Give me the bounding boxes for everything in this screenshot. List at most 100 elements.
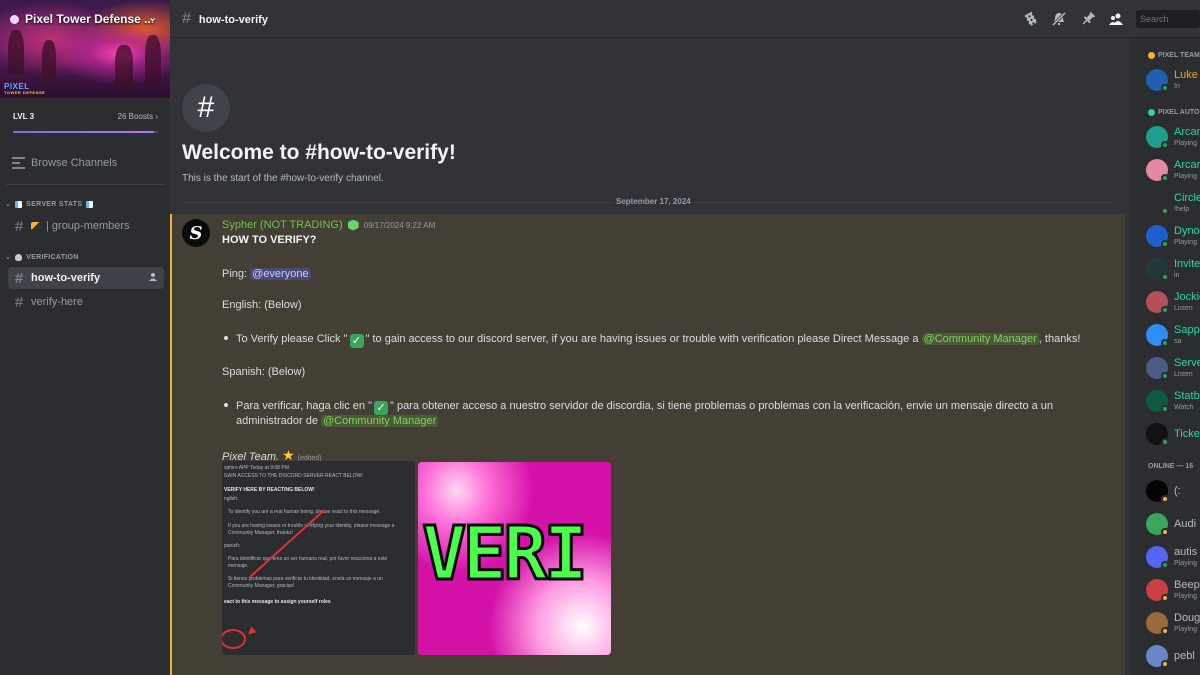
server-name-header[interactable]: Pixel Tower Defense ... ⌄ xyxy=(10,11,157,26)
discord-app: Pixel Tower Defense ... ⌄ PIXEL TOWER DE… xyxy=(0,0,1200,675)
english-label: English: (Below) xyxy=(222,299,302,311)
banner-figure xyxy=(42,40,56,80)
status-indicator-icon xyxy=(1161,438,1169,446)
date-divider-text: September 17, 2024 xyxy=(612,197,695,206)
member-item[interactable]: Audi xyxy=(1146,510,1200,538)
browse-channels-button[interactable]: Browse Channels xyxy=(12,157,117,169)
welcome-title: Welcome to #how-to-verify! xyxy=(182,141,456,164)
member-activity: Listen xyxy=(1174,305,1193,312)
author-avatar[interactable]: S xyxy=(182,219,210,247)
status-indicator-icon xyxy=(1161,594,1169,602)
member-item[interactable]: autis Playing xyxy=(1146,543,1200,571)
screenshot-line: GAIN ACCESS TO THE DISCORD SERVER REACT … xyxy=(224,473,363,479)
shield-emoji-icon xyxy=(15,253,23,261)
status-indicator-icon xyxy=(1161,372,1169,380)
mute-bell-icon[interactable] xyxy=(1051,11,1067,27)
community-manager-mention[interactable]: @Community Manager xyxy=(321,415,439,427)
message-heading: HOW TO VERIFY? xyxy=(222,234,317,246)
member-activity: Playing xyxy=(1174,239,1197,246)
member-activity: in xyxy=(1174,272,1180,279)
chevron-down-icon[interactable]: ⌄ xyxy=(148,11,157,24)
status-indicator-icon xyxy=(1161,273,1169,281)
screenshot-line: sphire APP Today at 9:08 PM xyxy=(224,465,289,471)
member-name: Circle xyxy=(1174,192,1200,204)
channel-sidebar: Pixel Tower Defense ... ⌄ PIXEL TOWER DE… xyxy=(0,0,170,675)
channel-group-members[interactable]: # | group-members xyxy=(8,215,164,237)
category-server-stats[interactable]: ⌄ SERVER STATS xyxy=(5,200,94,208)
boost-count[interactable]: 26 Boosts › xyxy=(118,112,158,121)
collapse-chevron-icon: ⌄ xyxy=(5,201,12,208)
community-manager-mention[interactable]: @Community Manager xyxy=(921,333,1039,345)
channel-verify-here[interactable]: # verify-here xyxy=(8,291,164,313)
ping-label: Ping: xyxy=(222,268,248,280)
member-name: Jockie xyxy=(1174,291,1200,303)
member-item[interactable]: Statbot Watch xyxy=(1146,387,1200,415)
member-item[interactable]: Invite in xyxy=(1146,255,1200,283)
create-invite-icon[interactable] xyxy=(148,272,158,282)
spanish-text-c: administrador de xyxy=(236,415,318,427)
status-indicator-icon xyxy=(1161,561,1169,569)
member-name: Sapphire xyxy=(1174,324,1200,336)
threads-icon[interactable] xyxy=(1023,11,1039,27)
member-name: Server xyxy=(1174,357,1200,369)
member-name: (: xyxy=(1174,485,1181,497)
member-item[interactable]: Server Listen xyxy=(1146,354,1200,382)
everyone-mention[interactable]: @everyone xyxy=(250,268,311,280)
member-name: autis xyxy=(1174,546,1198,558)
boost-level-row[interactable]: LVL 3 26 Boosts › xyxy=(13,112,158,121)
channel-name: verify-here xyxy=(31,296,83,308)
member-item[interactable]: Luke In xyxy=(1146,66,1200,94)
screenshot-line: VERIFY HERE BY REACTING BELOW! xyxy=(224,487,315,493)
bullet-dot xyxy=(224,403,228,408)
channel-name: how-to-verify xyxy=(31,272,101,284)
screenshot-line: Community Manager, thanks! xyxy=(228,530,294,536)
check-mark-emoji-icon: ✓ xyxy=(373,401,388,415)
ping-line: Ping: @everyone xyxy=(222,267,311,282)
pickaxe-emoji-icon xyxy=(31,222,40,230)
member-item[interactable]: Jockie Listen xyxy=(1146,288,1200,316)
bullet-dot xyxy=(224,336,228,341)
member-name: Dyno xyxy=(1174,225,1200,237)
screenshot-attachment[interactable]: sphire APP Today at 9:08 PM GAIN ACCESS T… xyxy=(222,461,415,655)
category-verification[interactable]: ⌄ VERIFICATION xyxy=(5,253,79,261)
screenshot-line: Community Manager, gracias! xyxy=(228,583,295,589)
member-group-header: PIXEL AUTOMATION xyxy=(1148,109,1200,116)
red-circle-highlight xyxy=(222,629,246,649)
member-list-icon[interactable] xyxy=(1108,11,1124,27)
server-banner[interactable]: Pixel Tower Defense ... ⌄ PIXEL TOWER DE… xyxy=(0,0,170,98)
member-activity: In xyxy=(1174,83,1180,90)
chart-emoji-icon xyxy=(86,200,94,208)
member-group-name: PIXEL TEAM xyxy=(1158,52,1200,59)
member-item[interactable]: Arcane Playing xyxy=(1146,123,1200,151)
status-indicator-icon xyxy=(1161,339,1169,347)
boost-progress-bar xyxy=(13,131,158,133)
member-item[interactable]: Arcane Playing xyxy=(1146,156,1200,184)
member-item[interactable]: Doug Playing xyxy=(1146,609,1200,637)
channel-title: # how-to-verify xyxy=(182,10,268,28)
status-indicator-icon xyxy=(1161,240,1169,248)
member-item[interactable]: (: xyxy=(1146,477,1200,505)
member-item[interactable]: Circle !help xyxy=(1146,189,1200,217)
server-name: Pixel Tower Defense ... xyxy=(25,12,155,26)
member-item[interactable]: pebl xyxy=(1146,642,1200,670)
member-name: pebl xyxy=(1174,650,1195,662)
member-activity: Playing xyxy=(1174,173,1197,180)
member-item[interactable]: Sapphire sa xyxy=(1146,321,1200,349)
verify-gif-attachment[interactable]: VERI xyxy=(418,462,611,655)
chart-emoji-icon xyxy=(15,200,23,208)
channel-title-text: how-to-verify xyxy=(198,14,268,26)
channel-hash-icon: # xyxy=(182,84,230,132)
status-indicator-icon xyxy=(1161,207,1169,215)
chevron-right-icon: › xyxy=(155,112,158,121)
channel-how-to-verify[interactable]: # how-to-verify xyxy=(8,267,164,289)
banner-figure xyxy=(145,35,161,85)
pin-icon[interactable] xyxy=(1080,11,1096,27)
author-name[interactable]: Sypher (NOT TRADING) xyxy=(222,219,343,231)
search-input[interactable] xyxy=(1136,10,1200,28)
channel-name: | group-members xyxy=(46,220,130,232)
member-item[interactable]: Ticket xyxy=(1146,420,1200,448)
member-name: Ticket xyxy=(1174,428,1200,440)
member-item[interactable]: Beep Playing xyxy=(1146,576,1200,604)
message-item[interactable]: S Sypher (NOT TRADING) 09/17/2024 9:22 A… xyxy=(170,214,1125,675)
member-item[interactable]: Dyno Playing xyxy=(1146,222,1200,250)
